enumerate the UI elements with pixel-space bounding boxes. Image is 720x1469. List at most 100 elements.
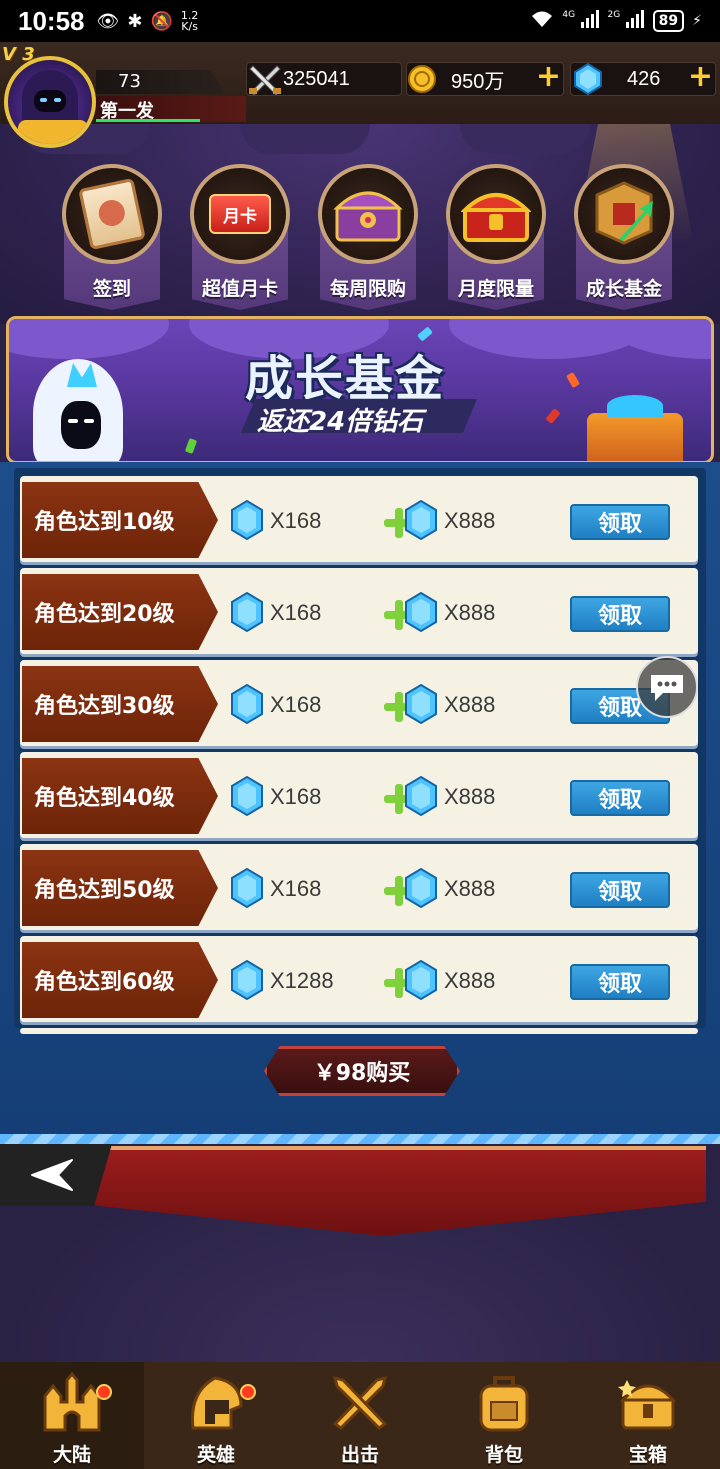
nav-label: 大陆: [52, 1444, 91, 1466]
promo-subtitle: 返还24倍钻石: [257, 407, 424, 437]
nav-item-backpack[interactable]: 背包: [432, 1362, 576, 1469]
back-button[interactable]: [0, 1144, 112, 1206]
back-arrow-icon: [31, 1159, 73, 1191]
reward-amount-2: X888: [444, 692, 496, 717]
reward-amount-1: X168: [270, 600, 322, 625]
reward-row-partial: [20, 1028, 698, 1034]
reward-row: 角色达到20级 X168 X888 领取: [20, 568, 698, 654]
crossed-swords-icon: [325, 1368, 395, 1438]
network-2-label: 2G: [607, 10, 621, 20]
avatar-face: [34, 90, 66, 112]
reward-condition: 角色达到40级: [22, 758, 218, 834]
diamond-display[interactable]: 426 +: [570, 59, 716, 96]
nav-label: 出击: [340, 1444, 379, 1466]
diamond-add-button[interactable]: +: [688, 59, 713, 94]
gold-display[interactable]: 950万 +: [406, 59, 564, 96]
chat-button[interactable]: [636, 656, 698, 718]
claim-button[interactable]: 领取: [570, 780, 670, 816]
diamond-icon: [231, 592, 263, 632]
diamond-icon: [231, 500, 263, 540]
network-1-label: 4G: [562, 10, 576, 20]
shop-item-label: 超值月卡: [201, 278, 278, 300]
reward-row: 角色达到60级 X1288 X888 领取: [20, 936, 698, 1022]
reward-condition: 角色达到50级: [22, 850, 218, 926]
gold-value: 950万: [451, 70, 505, 93]
buy-button[interactable]: ￥98购买: [264, 1046, 460, 1096]
nav-label: 宝箱: [628, 1444, 667, 1466]
avatar-scarf: [18, 120, 88, 144]
growth-fund-icon: [574, 164, 674, 264]
charging-icon: ⚡: [692, 13, 702, 29]
claim-button[interactable]: 领取: [570, 872, 670, 908]
nav-label: 英雄: [196, 1444, 235, 1466]
purple-chest-icon: [318, 164, 418, 264]
confetti: [545, 408, 561, 424]
chat-icon: [651, 675, 683, 701]
avatar-eye: [40, 98, 47, 102]
backpack-icon: [469, 1368, 539, 1438]
diamond-icon: [574, 63, 602, 95]
signal-4g: 4G: [562, 10, 599, 32]
wifi-icon: [530, 10, 554, 32]
reward-amount-2: X888: [444, 876, 496, 901]
shop-item-month-card[interactable]: 月卡 超值月卡: [188, 164, 292, 314]
nav-item-continent[interactable]: 大陆: [0, 1362, 144, 1469]
shop-item-growth-fund[interactable]: 成长基金: [572, 164, 676, 314]
diamond-value: 426: [627, 67, 661, 90]
shop-item-sign-in[interactable]: 签到: [60, 164, 164, 314]
diamond-icon: [405, 684, 437, 724]
claim-button[interactable]: 领取: [570, 596, 670, 632]
reward-amount-2: X888: [444, 600, 496, 625]
signal-bars-icon: [625, 10, 644, 28]
nav-item-heroes[interactable]: 英雄: [144, 1362, 288, 1469]
castle-icon: [37, 1368, 107, 1438]
network-speed: 1.2 K/s: [181, 10, 199, 32]
shop-item-monthly-limit[interactable]: 月度限量: [444, 164, 548, 314]
notification-dot: [240, 1384, 256, 1400]
gold-add-button[interactable]: +: [536, 59, 561, 94]
avatar-eye: [54, 98, 61, 102]
reward-amount-1: X1288: [270, 968, 334, 993]
shop-item-label: 月度限量: [457, 278, 534, 300]
treasure-chest-icon: [613, 1368, 683, 1438]
diamond-icon: [405, 868, 437, 908]
player-hud: 73 第一发 325041 950万 + 426 + V 3: [0, 42, 720, 148]
nav-item-treasure[interactable]: 宝箱: [576, 1362, 720, 1469]
decor-arch: [240, 124, 370, 154]
gold-coin-icon: [408, 65, 436, 93]
diamond-icon: [231, 960, 263, 1000]
reward-condition: 角色达到30级: [22, 666, 218, 742]
power-display: 325041: [246, 62, 402, 96]
reward-amount-2: X888: [444, 968, 496, 993]
claim-button[interactable]: 领取: [570, 504, 670, 540]
speed-unit: K/s: [181, 20, 198, 33]
diamond-icon: [405, 500, 437, 540]
player-avatar[interactable]: [4, 56, 96, 148]
diamond-icon: [231, 776, 263, 816]
claim-button[interactable]: 领取: [570, 964, 670, 1000]
shop-item-weekly[interactable]: 每周限购: [316, 164, 420, 314]
nav-item-battle[interactable]: 出击: [288, 1362, 432, 1469]
month-card-icon: 月卡: [190, 164, 290, 264]
reward-row: 角色达到50级 X168 X888 领取: [20, 844, 698, 930]
power-value: 325041: [283, 67, 350, 90]
notification-dot: [96, 1384, 112, 1400]
treasure-icon: [587, 395, 683, 461]
scroll-icon: [62, 164, 162, 264]
diamond-icon: [231, 684, 263, 724]
decor-stripe: [0, 1134, 720, 1144]
growth-fund-banner: 成长基金 返还24倍钻石: [6, 316, 714, 464]
crossed-swords-icon: [249, 65, 281, 96]
signal-2g: 2G: [608, 10, 645, 32]
bottom-nav: 大陆 英雄 出击 背包 宝箱: [0, 1362, 720, 1469]
bluetooth-icon: ✱: [127, 10, 143, 32]
status-time: 10:58: [18, 5, 85, 36]
diamond-icon: [231, 868, 263, 908]
reward-amount-1: X168: [270, 508, 322, 533]
status-bar: 10:58 👁 ✱ 🔕 1.2 K/s 4G 2G 89 ⚡: [0, 0, 720, 42]
reward-amount-1: X168: [270, 784, 322, 809]
signal-bars-icon: [580, 10, 599, 28]
hero-character: [23, 349, 143, 461]
diamond-icon: [405, 776, 437, 816]
shop-item-label: 每周限购: [329, 278, 406, 300]
